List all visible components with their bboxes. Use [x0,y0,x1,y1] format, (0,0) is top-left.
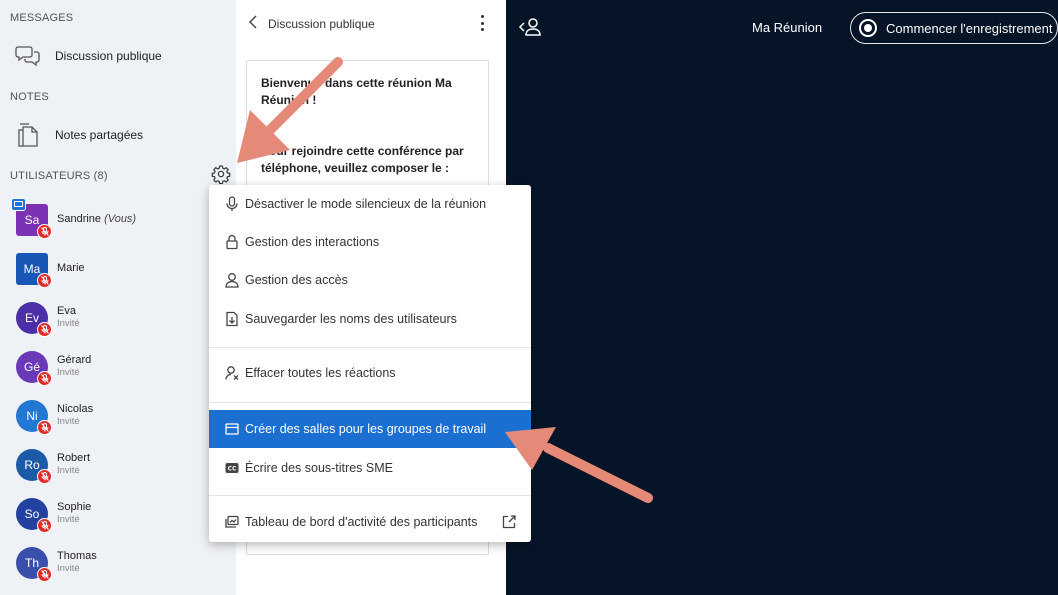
user-name: Nicolas [57,403,94,415]
menu-item-activity-dashboard[interactable]: Tableau de bord d'activité des participa… [209,503,531,541]
user-icon [224,272,240,288]
muted-mic-icon [37,567,52,582]
user-name: Gérard [57,354,92,366]
muted-mic-icon [37,224,52,239]
kebab-dot [480,28,484,31]
user-name: Sophie [57,501,92,513]
user-list-item[interactable]: So Sophie Invité [16,494,216,534]
menu-item-label: Effacer toutes les réactions [245,366,396,380]
menu-item-create-breakout-rooms[interactable]: Créer des salles pour les groupes de tra… [209,410,531,448]
menu-item-guest-policy[interactable]: Gestion des accès [209,261,531,299]
muted-mic-icon [37,322,52,337]
menu-item-label: Créer des salles pour les groupes de tra… [245,422,487,436]
menu-item-closed-captions[interactable]: CC Écrire des sous-titres SME [209,449,531,487]
sidebar-item-public-chat[interactable]: Discussion publique [12,40,226,72]
start-recording-button[interactable]: Commencer l'enregistrement [850,12,1058,44]
closed-captions-icon: CC [224,460,240,476]
user-role: Invité [57,416,80,427]
meeting-name: Ma Réunion [752,20,823,35]
user-list-item[interactable]: Ro Robert Invité [16,445,216,485]
welcome-text: Bienvenue dans cette réunion Ma Réunion … [261,76,452,107]
muted-mic-icon [37,420,52,435]
kebab-dot [480,21,484,25]
user-list-sidebar: MESSAGES Discussion publique NOTES Notes… [0,0,236,595]
main-presentation-area: Ma Réunion Commencer l'enregistrement [506,0,1058,595]
messages-section-title: MESSAGES [10,12,74,24]
user-list-item[interactable]: Ev Eva Invité [16,298,216,338]
menu-item-label: Sauvegarder les noms des utilisateurs [245,312,457,326]
external-link-icon [501,514,517,530]
user-role: Invité [57,563,80,574]
download-file-icon [224,311,240,327]
menu-item-label: Désactiver le mode silencieux de la réun… [245,197,487,211]
menu-item-clear-reactions[interactable]: Effacer toutes les réactions [209,354,531,392]
menu-item-unmute-meeting[interactable]: Désactiver le mode silencieux de la réun… [209,185,531,223]
toggle-user-list-button[interactable] [518,16,544,38]
dial-in-text: Pour rejoindre cette conférence par télé… [261,144,464,175]
microphone-icon [224,196,240,212]
user-name: Robert [57,452,91,464]
user-name: Eva [57,305,76,317]
user-list-item[interactable]: Th Thomas Invité [16,543,216,583]
user-name: Thomas [57,550,97,562]
sidebar-item-label: Notes partagées [55,128,144,142]
menu-item-save-user-names[interactable]: Sauvegarder les noms des utilisateurs [209,300,531,338]
menu-item-label: Écrire des sous-titres SME [245,461,393,475]
muted-mic-icon [37,518,52,533]
menu-divider [209,495,531,496]
user-role: Invité [57,514,80,525]
menu-item-label: Tableau de bord d'activité des participa… [245,515,478,529]
dashboard-icon [224,514,240,530]
lock-icon [224,234,240,250]
menu-item-label: Gestion des accès [245,273,348,287]
user-name: Sandrine (Vous) [57,213,137,225]
svg-text:CC: CC [228,466,237,473]
muted-mic-icon [37,469,52,484]
muted-mic-icon [37,273,52,288]
menu-divider [209,347,531,348]
kebab-menu-icon [480,15,484,18]
user-role: Invité [57,367,80,378]
chat-header: Discussion publique [236,0,506,46]
back-button[interactable] [246,14,262,30]
manage-users-menu: Désactiver le mode silencieux de la réun… [209,185,531,542]
user-list-toggle-icon [518,18,541,36]
user-list-item[interactable]: Ni Nicolas Invité [16,396,216,436]
user-list-item[interactable]: Gé Gérard Invité [16,347,216,387]
chevron-left-icon [248,15,257,29]
user-list-item[interactable]: Ma Marie [16,249,216,289]
notes-section-title: NOTES [10,91,49,103]
user-name: Marie [57,262,85,274]
user-role: Invité [57,318,80,329]
sidebar-item-label: Discussion publique [55,49,162,63]
breakout-rooms-icon [224,421,240,437]
menu-item-label: Gestion des interactions [245,235,380,249]
presenter-screen-icon [11,198,26,211]
users-section-title: UTILISATEURS (8) [10,170,108,182]
chat-options-button[interactable] [474,14,490,32]
chat-bubbles-icon [12,40,44,72]
clear-reactions-icon [224,365,240,381]
user-role: Invité [57,465,80,476]
gear-icon [211,165,231,184]
documents-icon [12,119,44,151]
user-list-item[interactable]: Sa Sandrine (Vous) [11,198,216,240]
record-icon [859,19,877,37]
menu-divider [209,402,531,403]
muted-mic-icon [37,371,52,386]
record-label: Commencer l'enregistrement [886,20,1053,36]
sidebar-item-shared-notes[interactable]: Notes partagées [12,119,226,151]
manage-users-gear-button[interactable] [210,163,232,185]
menu-item-lock-viewers[interactable]: Gestion des interactions [209,223,531,261]
chat-title: Discussion publique [268,17,375,31]
